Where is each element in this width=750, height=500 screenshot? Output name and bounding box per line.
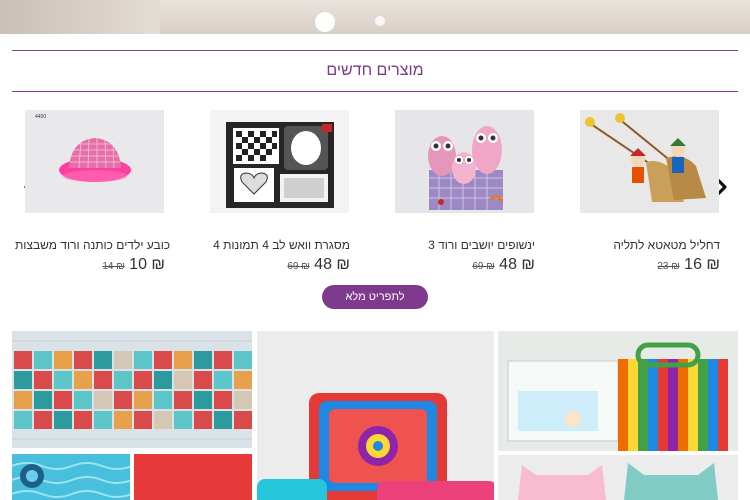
product-name[interactable]: כובע ילדים כותנה ורוד משבצות (15, 238, 170, 252)
promo-tile-pool[interactable] (12, 454, 130, 500)
full-menu-button[interactable]: לתפריט מלא (322, 285, 428, 309)
product-card[interactable]: דחליל מטאטא לתליה 23 ₪ 16 ₪ (580, 110, 720, 273)
product-card[interactable]: מסגרת וואש לב 4 תמונות 4 69 ₪ 48 ₪ (210, 110, 350, 273)
hero-banner-image (0, 0, 750, 34)
product-price: 16 ₪ (684, 256, 720, 273)
product-prices: 69 ₪ 48 ₪ (283, 256, 350, 274)
product-price: 48 ₪ (499, 256, 535, 273)
product-price: 48 ₪ (314, 256, 350, 273)
product-name[interactable]: 3 ינשופים יושבים ורוד (385, 238, 535, 252)
product-prices: 23 ₪ 16 ₪ (653, 256, 720, 274)
product-image-hat[interactable]: 4450 (25, 110, 164, 213)
product-price: 10 ₪ (129, 256, 165, 273)
promo-tile-red[interactable] (134, 454, 252, 500)
product-old-price: 69 ₪ (287, 261, 310, 272)
product-old-price: 23 ₪ (657, 261, 680, 272)
product-image-owls[interactable] (395, 110, 534, 213)
product-card[interactable]: 3 ינשופים יושבים ורוד 69 ₪ 48 ₪ (395, 110, 535, 273)
product-name[interactable]: דחליל מטאטא לתליה (570, 238, 720, 252)
section-title: מוצרים חדשים (12, 50, 738, 92)
product-card[interactable]: 4450 כובע ילדים כותנה ורוד משבצות 14 ₪ 1… (15, 110, 170, 273)
product-old-price: 14 ₪ (102, 261, 125, 272)
product-prices: 14 ₪ 10 ₪ (98, 256, 165, 274)
product-image-frame[interactable] (210, 110, 349, 213)
product-prices: 69 ₪ 48 ₪ (468, 256, 535, 274)
product-old-price: 69 ₪ (472, 261, 495, 272)
promo-tile-trays[interactable] (257, 331, 494, 500)
promo-tile-tiles-runner[interactable] (12, 331, 252, 448)
product-name[interactable]: מסגרת וואש לב 4 תמונות 4 (200, 238, 350, 252)
promo-tile-pillows[interactable] (498, 455, 738, 500)
promo-tile-bags[interactable] (498, 331, 738, 451)
product-image-broom[interactable] (580, 110, 719, 213)
